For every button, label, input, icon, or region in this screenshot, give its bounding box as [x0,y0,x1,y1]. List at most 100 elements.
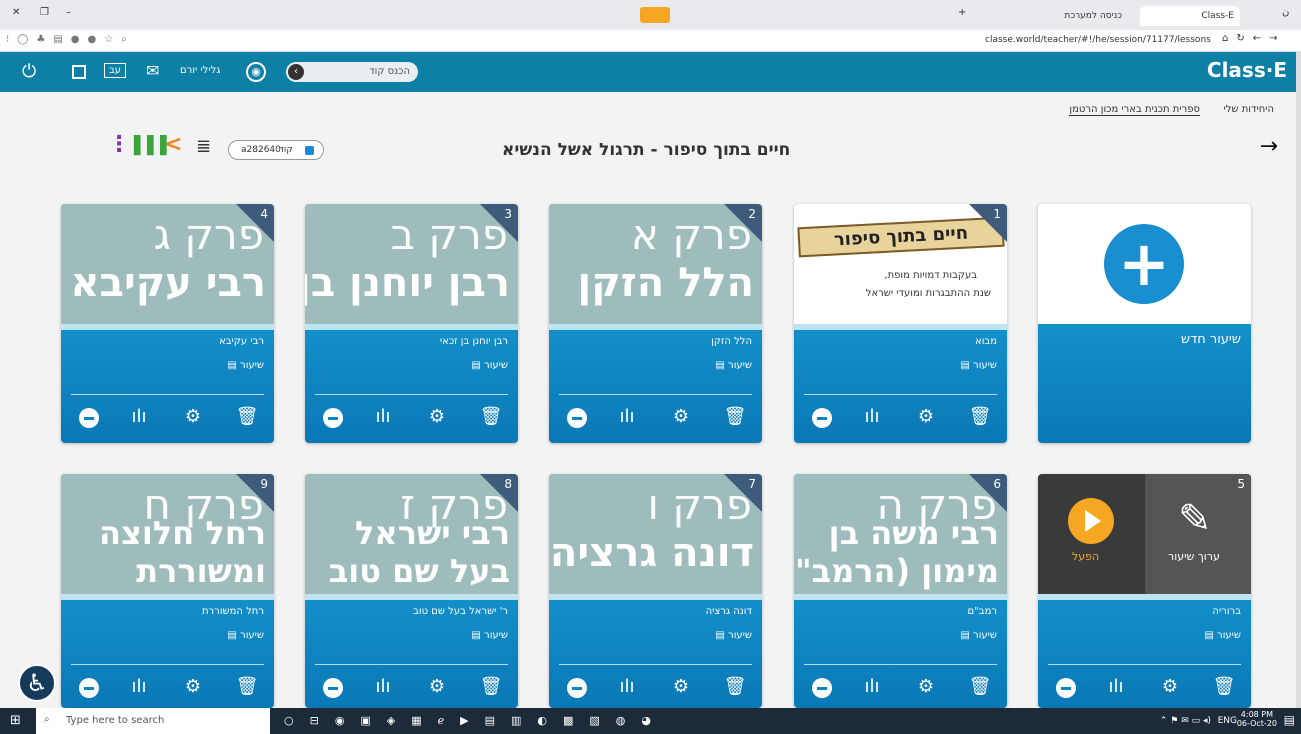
stats-icon[interactable]: ılı [615,406,639,427]
nav-my-units[interactable]: היחידות שלי [1224,104,1274,115]
lesson-card[interactable]: פרק ח רחל חלוצה ומשוררת 9 רחל המשוררת שיעור ▤… [61,474,274,708]
settings-icon[interactable]: ⚙ [669,406,693,427]
settings-icon[interactable]: ⚙ [914,406,938,427]
url-field[interactable]: classe.world/teacher/#!/he/session/71177… [985,35,1211,45]
notification-icon[interactable]: ▤ [1284,714,1295,726]
close-window-icon[interactable]: ✕ [12,8,20,18]
remove-icon[interactable] [323,678,343,698]
lesson-number-badge [480,474,518,512]
lesson-card[interactable]: פרק הרבי משה בןמימון (הרמב"ם)6רמב"םשיעור… [794,474,1007,708]
stats-icon[interactable]: ılı [860,406,884,427]
new-lesson-card[interactable]: + שיעור חדש [1038,204,1251,443]
plus-icon[interactable]: + [1104,224,1184,304]
trash-icon[interactable]: 🗑 [723,676,747,697]
minimize-window-icon[interactable]: – [66,8,71,18]
lesson-name: הלל הזקן [711,336,752,347]
taskbar-search[interactable]: ⌕ Type here to search [36,708,270,734]
lesson-card[interactable]: פרק ג רבי עקיבא 4 רבי עקיבא שיעור ▤ ılı ⚙ 🗑 [61,204,274,443]
tab-classe[interactable]: Class-E [1140,6,1240,26]
chevron-left-icon[interactable]: ‹ [288,64,304,80]
settings-icon[interactable]: ⚙ [1158,676,1182,697]
page-scrollbar[interactable] [1296,52,1301,708]
stats-icon[interactable]: ılı [615,676,639,697]
remove-icon[interactable] [812,408,832,428]
stats-icon[interactable]: ▌▌▌ [134,138,173,155]
remove-icon[interactable] [79,678,99,698]
extensions-icon[interactable]: ⁝◯♣▤●●☆⌕ [6,34,135,45]
lesson-number: 6 [993,477,1001,491]
remove-icon[interactable] [567,408,587,428]
lesson-card[interactable]: חיים בתוך סיפור בעקבות דמויות מופת, שנת … [794,204,1007,443]
more-menu-icon[interactable]: ⋮ [108,134,130,156]
settings-icon[interactable]: ⚙ [914,676,938,697]
edit-icon[interactable]: ✎ [1178,496,1212,542]
user-name[interactable]: גלילי יורם [180,65,220,76]
system-tray-icon[interactable]: ⌃ ⚑ ✉ ▭ ◂) [1160,716,1211,726]
lesson-name: ברוריה [1212,606,1241,617]
stats-icon[interactable]: ılı [371,676,395,697]
lesson-number-badge [480,204,518,242]
trash-icon[interactable]: 🗑 [968,406,992,427]
remove-icon[interactable] [1056,678,1076,698]
lesson-thumb-sub: שנת ההתבגרות ומועדי ישראל [865,288,991,299]
settings-icon[interactable]: ⚙ [181,406,205,427]
clock[interactable]: 4:08 PM 06-Oct-20 [1237,710,1277,728]
trash-icon[interactable]: 🗑 [235,406,259,427]
settings-icon[interactable]: ⚙ [669,676,693,697]
lesson-card[interactable]: פרק ז רבי ישראל בעל שם טוב 8 ר' ישראל בעל שם… [305,474,518,708]
play-button[interactable]: הפעל [1072,550,1099,563]
trash-icon[interactable]: 🗑 [479,406,503,427]
lesson-code-chip[interactable]: a282640 קוד [228,140,324,160]
lesson-card[interactable]: הפעל ✎ ערוך שיעור 5 ברוריה שיעור ▤ ılı ⚙… [1038,474,1251,708]
settings-icon[interactable]: ⚙ [181,676,205,697]
mail-icon[interactable]: ✉ [146,63,159,79]
lesson-name: דונה גרציה [705,606,752,617]
accessibility-icon[interactable]: ♿ [18,664,56,702]
lesson-card[interactable]: פרק ברבן יוחנן בן זכאי3רבן יוחנן בן זכאי… [305,204,518,443]
input-language[interactable]: ENG [1218,716,1237,726]
trash-icon[interactable]: 🗑 [968,676,992,697]
stats-icon[interactable]: ılı [127,676,151,697]
globe-icon[interactable]: ◉ [246,62,266,82]
settings-icon[interactable]: ⚙ [425,676,449,697]
remove-icon[interactable] [567,678,587,698]
address-bar: ⁝◯♣▤●●☆⌕ classe.world/teacher/#!/he/sess… [0,30,1301,52]
trash-icon[interactable]: 🗑 [1212,676,1236,697]
copy-icon[interactable] [305,146,314,155]
nav-buttons-icon[interactable]: ⌂↻←→ [1222,33,1285,44]
stats-icon[interactable]: ılı [371,406,395,427]
stats-icon[interactable]: ılı [127,406,151,427]
remove-icon[interactable] [323,408,343,428]
fullscreen-icon[interactable] [72,65,86,79]
trash-icon[interactable]: 🗑 [479,676,503,697]
windows-start-icon[interactable]: ⊞ [10,714,21,727]
settings-icon[interactable]: ⚙ [425,406,449,427]
arrow-right-icon[interactable]: → [1260,136,1278,158]
stats-icon[interactable]: ılı [1104,676,1128,697]
code-entry[interactable]: ‹ הכנס קוד [286,62,418,82]
extension-icon[interactable] [640,7,670,23]
taskbar-apps-icon[interactable]: ○⊟◉▣◈▦ℯ▶▤▥◐▩▧◍◕ [284,714,667,727]
list-icon[interactable]: ≣ [196,138,211,156]
restore-window-icon[interactable]: ❐ [40,8,49,18]
edit-lesson-button[interactable]: ערוך שיעור [1168,550,1220,563]
search-placeholder[interactable]: Type here to search [66,715,164,726]
nav-library[interactable]: ספרית תכנית בארי מכון הרטמן [1069,104,1200,116]
remove-icon[interactable] [79,408,99,428]
trash-icon[interactable]: 🗑 [723,406,747,427]
browser-tab-strip: ✕ ❐ – + כניסה למערכת Class-E ن [0,0,1301,30]
lesson-card[interactable]: פרק ו דונה גרציה 7 דונה גרציה שיעור ▤ ılı ⚙ 🗑 [549,474,762,708]
lesson-type: שיעור ▤ [1204,630,1241,641]
tab-login[interactable]: כניסה למערכת [1040,6,1128,26]
stats-icon[interactable]: ılı [860,676,884,697]
power-icon[interactable]: ⏻ [22,63,36,81]
play-icon[interactable] [1068,498,1114,544]
new-tab-icon[interactable]: + [958,8,966,18]
trash-icon[interactable]: 🗑 [235,676,259,697]
remove-icon[interactable] [812,678,832,698]
language-button[interactable]: עב [104,63,127,78]
lesson-card[interactable]: פרק א הלל הזקן 2 הלל הזקן שיעור ▤ ılı ⚙ 🗑 [549,204,762,443]
code-input-placeholder[interactable]: הכנס קוד [369,66,410,77]
lesson-thumbnail: פרק ו דונה גרציה 7 [549,474,762,594]
lesson-thumb-name: הלל הזקן [577,260,754,306]
